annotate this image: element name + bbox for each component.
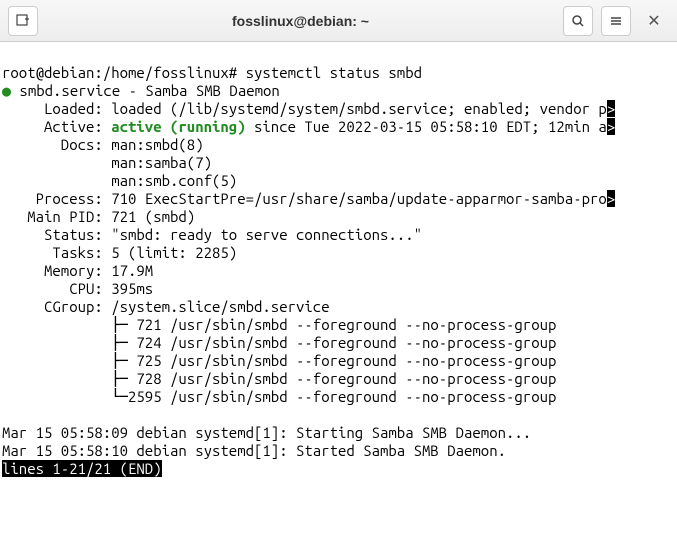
active-rest: since Tue 2022-03-15 05:58:10 EDT; 12min… bbox=[246, 118, 607, 135]
memory-line: Memory: 17.9M bbox=[2, 262, 153, 279]
loaded-line: Loaded: loaded (/lib/systemd/system/smbd… bbox=[2, 100, 607, 117]
active-state: active (running) bbox=[111, 118, 245, 135]
mainpid-line: Main PID: 721 (smbd) bbox=[2, 208, 195, 225]
search-button[interactable] bbox=[563, 6, 593, 36]
cgroup-proc: └─2595 /usr/sbin/smbd --foreground --no-… bbox=[2, 388, 556, 405]
service-name: smbd.service - Samba SMB Daemon bbox=[11, 82, 280, 99]
prompt: root@debian:/home/fosslinux# bbox=[2, 64, 246, 81]
command: systemctl status smbd bbox=[246, 64, 422, 81]
log-line: Mar 15 05:58:10 debian systemd[1]: Start… bbox=[2, 442, 506, 459]
new-tab-button[interactable] bbox=[8, 6, 38, 36]
status-line: Status: "smbd: ready to serve connection… bbox=[2, 226, 422, 243]
terminal-output[interactable]: root@debian:/home/fosslinux# systemctl s… bbox=[0, 42, 677, 482]
cpu-line: CPU: 395ms bbox=[2, 280, 153, 297]
process-line: Process: 710 ExecStartPre=/usr/share/sam… bbox=[2, 190, 607, 207]
log-line: Mar 15 05:58:09 debian systemd[1]: Start… bbox=[2, 424, 531, 441]
trunc-marker: > bbox=[607, 190, 615, 207]
docs-line: man:samba(7) bbox=[2, 154, 212, 171]
active-label: Active: bbox=[2, 118, 111, 135]
window-titlebar: fosslinux@debian: ~ ✕ bbox=[0, 0, 677, 42]
trunc-marker: > bbox=[607, 100, 615, 117]
cgroup-line: CGroup: /system.slice/smbd.service bbox=[2, 298, 330, 315]
menu-button[interactable] bbox=[601, 6, 631, 36]
cgroup-proc: ├─ 724 /usr/sbin/smbd --foreground --no-… bbox=[2, 334, 556, 351]
cgroup-proc: ├─ 728 /usr/sbin/smbd --foreground --no-… bbox=[2, 370, 556, 387]
docs-line: Docs: man:smbd(8) bbox=[2, 136, 204, 153]
cgroup-proc: ├─ 725 /usr/sbin/smbd --foreground --no-… bbox=[2, 352, 556, 369]
docs-line: man:smb.conf(5) bbox=[2, 172, 237, 189]
status-dot: ● bbox=[2, 82, 11, 99]
close-button[interactable]: ✕ bbox=[639, 6, 669, 36]
window-title: fosslinux@debian: ~ bbox=[46, 13, 555, 29]
pager-status: lines 1-21/21 (END) bbox=[2, 460, 162, 477]
cgroup-proc: ├─ 721 /usr/sbin/smbd --foreground --no-… bbox=[2, 316, 556, 333]
tasks-line: Tasks: 5 (limit: 2285) bbox=[2, 244, 237, 261]
trunc-marker: > bbox=[607, 118, 615, 135]
